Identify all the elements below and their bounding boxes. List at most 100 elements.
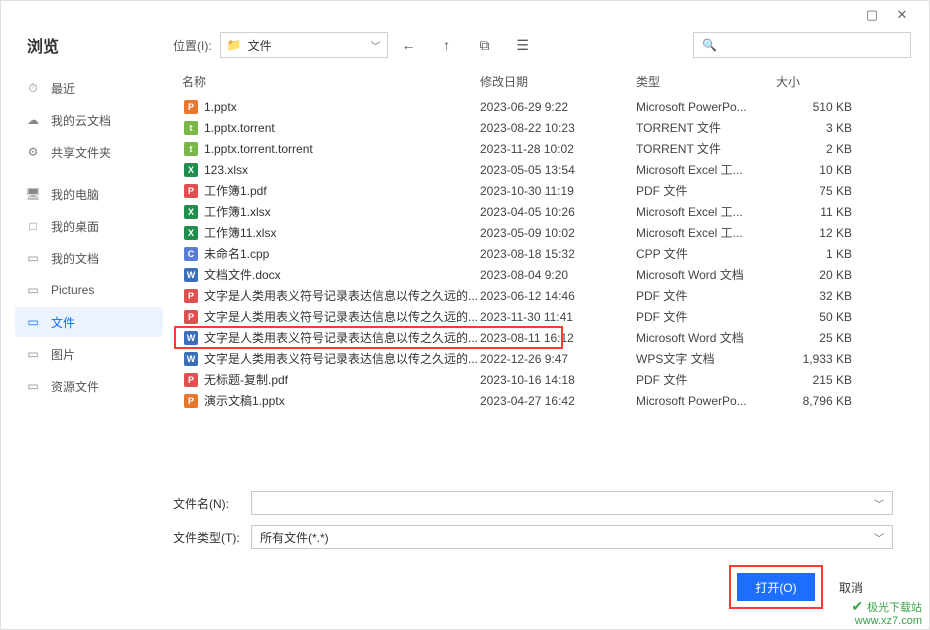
file-row[interactable]: P1.pptx2023-06-29 9:22Microsoft PowerPo.… bbox=[174, 96, 929, 117]
cancel-button[interactable]: 取消 bbox=[839, 579, 863, 596]
filetype-select[interactable]: 所有文件(*.*) ﹀ bbox=[251, 525, 893, 549]
file-row[interactable]: P演示文稿1.pptx2023-04-27 16:42Microsoft Pow… bbox=[174, 390, 929, 411]
file-type: PDF 文件 bbox=[636, 287, 776, 304]
new-folder-icon[interactable]: ⧉ bbox=[476, 37, 494, 54]
file-type: Microsoft Excel 工... bbox=[636, 224, 776, 241]
file-name: 文字是人类用表义符号记录表达信息以传之久远的... bbox=[204, 350, 480, 367]
sidebar-item-10[interactable]: ▭资源文件 bbox=[15, 371, 163, 401]
file-row[interactable]: W文字是人类用表义符号记录表达信息以传之久远的...2023-08-11 16:… bbox=[174, 327, 929, 348]
sidebar-item-label: 我的桌面 bbox=[51, 218, 99, 235]
sidebar-item-label: 我的云文档 bbox=[51, 112, 111, 129]
file-type: CPP 文件 bbox=[636, 245, 776, 262]
file-size: 215 KB bbox=[776, 373, 852, 387]
sidebar-item-label: 我的电脑 bbox=[51, 186, 99, 203]
file-size: 20 KB bbox=[776, 268, 852, 282]
sidebar-item-7[interactable]: ▭Pictures bbox=[15, 275, 163, 305]
sidebar-icon: ▭ bbox=[25, 315, 41, 329]
location-value: 文件 bbox=[248, 37, 365, 54]
file-name: 无标题-复制.pdf bbox=[204, 371, 480, 388]
file-name: 文档文件.docx bbox=[204, 266, 480, 283]
search-input[interactable]: 🔍 bbox=[693, 32, 911, 58]
chevron-down-icon: ﹀ bbox=[874, 530, 884, 545]
column-type[interactable]: 类型 bbox=[636, 73, 776, 90]
view-list-icon[interactable]: ☰ bbox=[514, 37, 532, 54]
file-name: 1.pptx.torrent bbox=[204, 121, 480, 135]
file-type: PDF 文件 bbox=[636, 308, 776, 325]
file-icon: W bbox=[182, 330, 200, 346]
chevron-down-icon: ﹀ bbox=[365, 38, 381, 53]
back-icon[interactable]: ← bbox=[400, 37, 418, 53]
file-name: 工作簿11.xlsx bbox=[204, 224, 480, 241]
sidebar-item-0[interactable]: ⏱最近 bbox=[15, 73, 163, 103]
file-size: 12 KB bbox=[776, 226, 852, 240]
file-size: 50 KB bbox=[776, 310, 852, 324]
file-name: 1.pptx bbox=[204, 100, 480, 114]
sidebar-item-label: 共享文件夹 bbox=[51, 144, 111, 161]
filename-label: 文件名(N): bbox=[173, 495, 241, 512]
sidebar-item-1[interactable]: ☁ 我的云文档 bbox=[15, 105, 163, 135]
file-row[interactable]: t1.pptx.torrent2023-08-22 10:23TORRENT 文… bbox=[174, 117, 929, 138]
file-row[interactable]: X工作簿11.xlsx2023-05-09 10:02Microsoft Exc… bbox=[174, 222, 929, 243]
file-date: 2023-08-04 9:20 bbox=[480, 268, 636, 282]
file-type: PDF 文件 bbox=[636, 182, 776, 199]
file-row[interactable]: W文档文件.docx2023-08-04 9:20Microsoft Word … bbox=[174, 264, 929, 285]
search-icon: 🔍 bbox=[702, 38, 717, 52]
file-type: TORRENT 文件 bbox=[636, 140, 776, 157]
file-icon: W bbox=[182, 267, 200, 283]
column-size[interactable]: 大小 bbox=[776, 73, 856, 90]
file-size: 32 KB bbox=[776, 289, 852, 303]
file-date: 2023-06-29 9:22 bbox=[480, 100, 636, 114]
file-icon: t bbox=[182, 141, 200, 157]
column-name[interactable]: 名称 bbox=[182, 73, 480, 90]
file-size: 75 KB bbox=[776, 184, 852, 198]
file-row[interactable]: C未命名1.cpp2023-08-18 15:32CPP 文件1 KB bbox=[174, 243, 929, 264]
file-row[interactable]: W文字是人类用表义符号记录表达信息以传之久远的...2022-12-26 9:4… bbox=[174, 348, 929, 369]
file-date: 2023-10-16 14:18 bbox=[480, 373, 636, 387]
file-name: 文字是人类用表义符号记录表达信息以传之久远的... bbox=[204, 287, 480, 304]
chevron-down-icon: ﹀ bbox=[874, 496, 884, 511]
file-row[interactable]: X工作簿1.xlsx2023-04-05 10:26Microsoft Exce… bbox=[174, 201, 929, 222]
file-type: WPS文字 文档 bbox=[636, 350, 776, 367]
sidebar-item-4[interactable]: 🖥我的电脑 bbox=[15, 179, 163, 209]
sidebar-item-label: 文件 bbox=[51, 314, 75, 331]
file-date: 2023-08-11 16:12 bbox=[480, 331, 636, 345]
file-row[interactable]: P文字是人类用表义符号记录表达信息以传之久远的...2023-11-30 11:… bbox=[174, 306, 929, 327]
file-row[interactable]: P工作簿1.pdf2023-10-30 11:19PDF 文件75 KB bbox=[174, 180, 929, 201]
sidebar-icon: ▭ bbox=[25, 251, 41, 265]
file-name: 文字是人类用表义符号记录表达信息以传之久远的... bbox=[204, 329, 480, 346]
sidebar-item-6[interactable]: ▭我的文档 bbox=[15, 243, 163, 273]
close-button[interactable]: ✕ bbox=[887, 5, 917, 25]
maximize-button[interactable]: ▢ bbox=[857, 5, 887, 25]
up-icon[interactable]: ↑ bbox=[438, 37, 456, 53]
open-button[interactable]: 打开(O) bbox=[737, 573, 815, 601]
file-icon: P bbox=[182, 393, 200, 409]
sidebar-icon: ▭ bbox=[25, 347, 41, 361]
filename-input[interactable]: ﹀ bbox=[251, 491, 893, 515]
file-date: 2023-08-18 15:32 bbox=[480, 247, 636, 261]
file-date: 2023-11-30 11:41 bbox=[480, 310, 636, 324]
file-size: 1 KB bbox=[776, 247, 852, 261]
file-date: 2023-11-28 10:02 bbox=[480, 142, 636, 156]
file-size: 8,796 KB bbox=[776, 394, 852, 408]
file-row[interactable]: t 1.pptx.torrent.torrent2023-11-28 10:02T… bbox=[174, 138, 929, 159]
file-row[interactable]: P无标题-复制.pdf2023-10-16 14:18PDF 文件215 KB bbox=[174, 369, 929, 390]
sidebar-item-label: 图片 bbox=[51, 346, 75, 363]
file-date: 2023-05-09 10:02 bbox=[480, 226, 636, 240]
file-size: 25 KB bbox=[776, 331, 852, 345]
sidebar-item-9[interactable]: ▭ 图片 bbox=[15, 339, 163, 369]
location-dropdown[interactable]: 📁 文件 ﹀ bbox=[220, 32, 388, 58]
file-name: 工作簿1.pdf bbox=[204, 182, 480, 199]
sidebar-item-2[interactable]: ⚙ 共享文件夹 bbox=[15, 137, 163, 167]
file-row[interactable]: X123.xlsx2023-05-05 13:54Microsoft Excel… bbox=[174, 159, 929, 180]
sidebar-icon: ⚙ bbox=[25, 145, 41, 159]
filetype-label: 文件类型(T): bbox=[173, 529, 241, 546]
sidebar-item-8[interactable]: ▭ 文件 bbox=[15, 307, 163, 337]
file-date: 2022-12-26 9:47 bbox=[480, 352, 636, 366]
column-date[interactable]: 修改日期 bbox=[480, 73, 636, 90]
sidebar-item-label: 最近 bbox=[51, 80, 75, 97]
file-date: 2023-04-05 10:26 bbox=[480, 205, 636, 219]
file-name: 1.pptx.torrent.torrent bbox=[204, 142, 480, 156]
sidebar-icon: ☁ bbox=[25, 113, 41, 127]
sidebar-item-5[interactable]: □我的桌面 bbox=[15, 211, 163, 241]
file-row[interactable]: P文字是人类用表义符号记录表达信息以传之久远的...2023-06-12 14:… bbox=[174, 285, 929, 306]
